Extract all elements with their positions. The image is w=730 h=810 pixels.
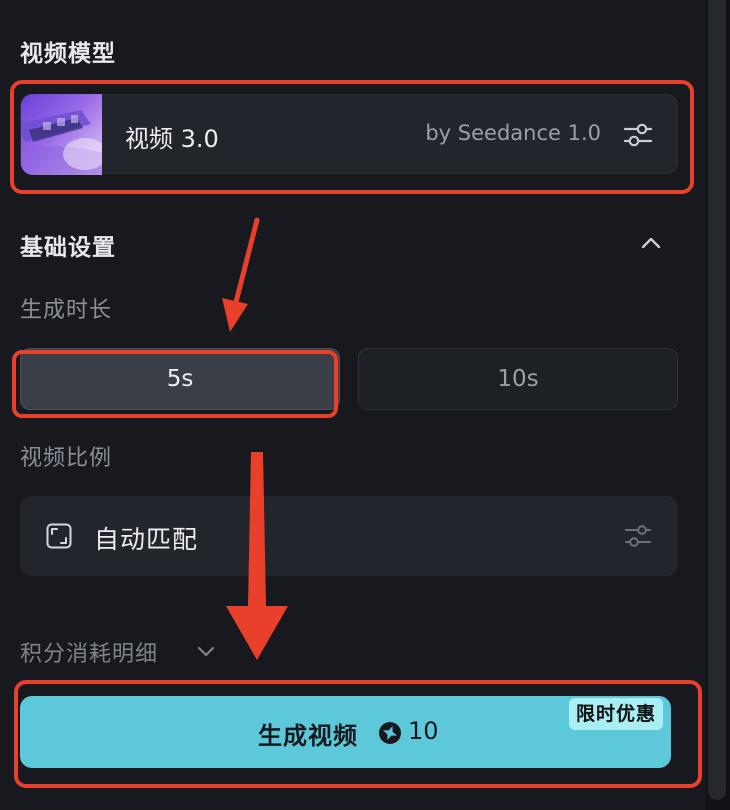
generate-cost: 10 xyxy=(408,717,439,745)
aspect-ratio-selector[interactable]: 自动匹配 xyxy=(20,496,678,576)
sliders-icon[interactable] xyxy=(624,523,652,549)
aspect-ratio-label: 视频比例 xyxy=(20,446,113,471)
model-provider: by Seedance 1.0 xyxy=(425,121,601,145)
model-name: 视频 3.0 xyxy=(125,125,219,153)
model-thumbnail xyxy=(21,94,102,175)
credit-icon xyxy=(379,722,401,744)
basic-settings-title: 基础设置 xyxy=(20,235,116,261)
credits-detail-label: 积分消耗明细 xyxy=(20,642,159,667)
chevron-down-icon xyxy=(197,646,215,657)
duration-label: 生成时长 xyxy=(20,298,113,323)
generate-video-button[interactable]: 生成视频 10 限时优惠 xyxy=(20,696,671,768)
credits-detail-toggle[interactable]: 积分消耗明细 xyxy=(20,636,215,668)
duration-option-5s[interactable]: 5s xyxy=(20,348,340,410)
promo-badge: 限时优惠 xyxy=(569,698,664,730)
chevron-up-icon[interactable] xyxy=(638,232,664,252)
video-model-title: 视频模型 xyxy=(20,41,116,67)
generate-button-label: 生成视频 xyxy=(258,722,358,750)
aspect-ratio-value: 自动匹配 xyxy=(94,525,199,554)
duration-option-10s[interactable]: 10s xyxy=(358,348,678,410)
aspect-ratio-icon xyxy=(46,523,72,549)
sliders-icon[interactable] xyxy=(623,121,653,149)
scrollbar-thumb[interactable] xyxy=(708,0,726,800)
model-selector[interactable]: 视频 3.0 by Seedance 1.0 xyxy=(20,94,678,175)
